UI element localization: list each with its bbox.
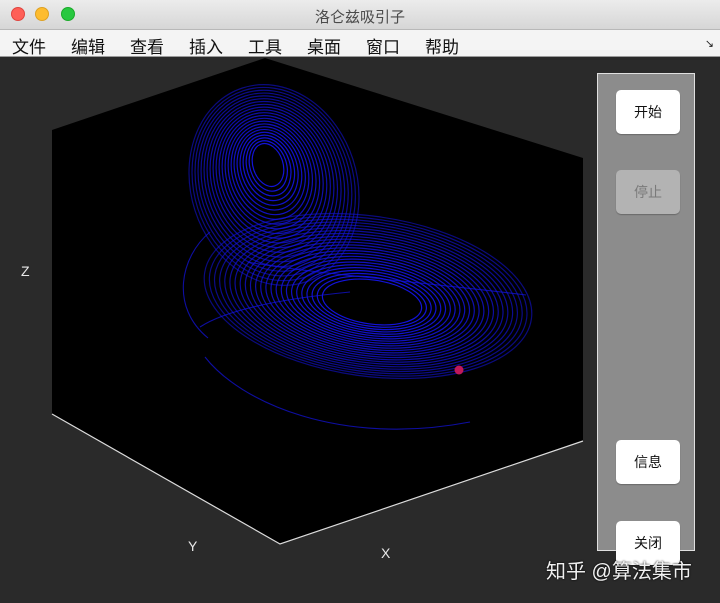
- menu-edit[interactable]: 编辑: [71, 33, 105, 58]
- menu-tools[interactable]: 工具: [248, 33, 282, 58]
- chevron-corner-icon[interactable]: ↘: [705, 37, 714, 50]
- menu-view[interactable]: 查看: [130, 33, 164, 58]
- z-axis-label: Z: [21, 263, 30, 279]
- title-bar: 洛仑兹吸引子: [0, 0, 720, 30]
- y-axis-label: Y: [188, 538, 198, 554]
- menu-bar: 文件 编辑 查看 插入 工具 桌面 窗口 帮助 ↘: [0, 30, 720, 57]
- current-point-marker: [454, 365, 464, 375]
- menu-insert[interactable]: 插入: [189, 33, 223, 58]
- window-title: 洛仑兹吸引子: [314, 9, 405, 26]
- start-button[interactable]: 开始: [616, 90, 680, 134]
- menu-file[interactable]: 文件: [12, 33, 46, 58]
- info-button[interactable]: 信息: [616, 440, 680, 484]
- menu-help[interactable]: 帮助: [425, 33, 459, 58]
- watermark-text: 知乎 @算法集市: [546, 561, 692, 583]
- stop-button[interactable]: 停止: [616, 170, 680, 214]
- plot-area[interactable]: Z Y X: [0, 57, 595, 598]
- menu-desktop[interactable]: 桌面: [307, 33, 341, 58]
- lorenz-3d-plot[interactable]: [0, 57, 595, 598]
- control-panel: 开始 停止 信息 关闭: [597, 73, 695, 565]
- menu-window[interactable]: 窗口: [366, 33, 400, 58]
- x-axis-label: X: [381, 545, 391, 561]
